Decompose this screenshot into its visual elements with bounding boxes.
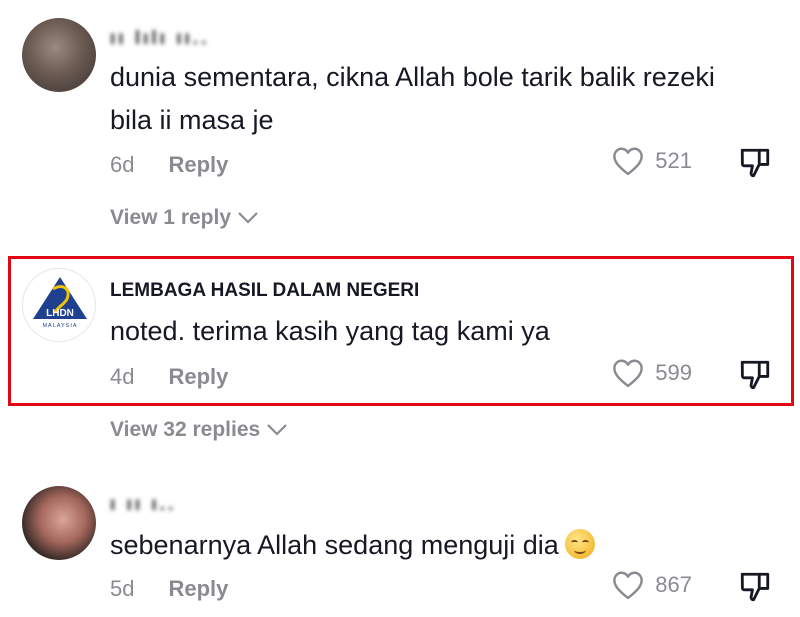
svg-text:LHDN: LHDN (46, 308, 74, 319)
comment-username[interactable]: ı ıı ı.. (110, 494, 176, 516)
comment-time: 6d (110, 152, 135, 177)
comment-meta: 4d Reply (110, 364, 228, 390)
dislike-icon[interactable] (738, 146, 772, 180)
view-replies-button[interactable]: View 32 replies (110, 418, 288, 442)
svg-text:MALAYSIA: MALAYSIA (42, 323, 77, 329)
chevron-down-icon (238, 212, 258, 224)
comment-username[interactable]: ıı lılı ıı.. (110, 28, 209, 50)
like-button[interactable]: 599 (611, 358, 692, 388)
comment-text: noted. terima kasih yang tag kami ya (110, 316, 550, 346)
comment-text-content: sebenarnya Allah sedang menguji dia (110, 530, 559, 560)
avatar[interactable] (22, 486, 96, 560)
like-count: 599 (655, 360, 692, 385)
chevron-down-icon (267, 424, 287, 436)
smiling-face-emoji-icon (564, 529, 595, 559)
reply-button[interactable]: Reply (168, 364, 228, 389)
like-button[interactable]: 521 (611, 146, 692, 176)
comment-time: 4d (110, 364, 135, 389)
comment-meta: 6d Reply (110, 152, 228, 178)
avatar[interactable] (22, 18, 96, 92)
comment-text: dunia sementara, cikna Allah bole tarik … (110, 62, 715, 135)
view-replies-button[interactable]: View 1 reply (110, 206, 259, 230)
heart-icon (613, 147, 644, 176)
view-replies-label: View 32 replies (110, 418, 261, 441)
dislike-icon[interactable] (738, 358, 772, 392)
reply-button[interactable]: Reply (168, 576, 228, 601)
view-replies-label: View 1 reply (110, 206, 232, 229)
like-count: 867 (655, 572, 692, 597)
comment-time: 5d (110, 576, 135, 601)
reply-button[interactable]: Reply (168, 152, 228, 177)
lhdn-logo-icon: LHDN MALAYSIA (33, 277, 87, 329)
like-button[interactable]: 867 (611, 570, 692, 600)
dislike-icon[interactable] (738, 570, 772, 604)
avatar[interactable]: LHDN MALAYSIA (22, 268, 96, 342)
comment-username[interactable]: LEMBAGA HASIL DALAM NEGERI (110, 280, 419, 302)
comment-text: sebenarnya Allah sedang menguji dia (110, 524, 750, 567)
heart-icon (613, 359, 644, 388)
comment-meta: 5d Reply (110, 576, 228, 602)
like-count: 521 (655, 148, 692, 173)
heart-icon (613, 571, 644, 600)
